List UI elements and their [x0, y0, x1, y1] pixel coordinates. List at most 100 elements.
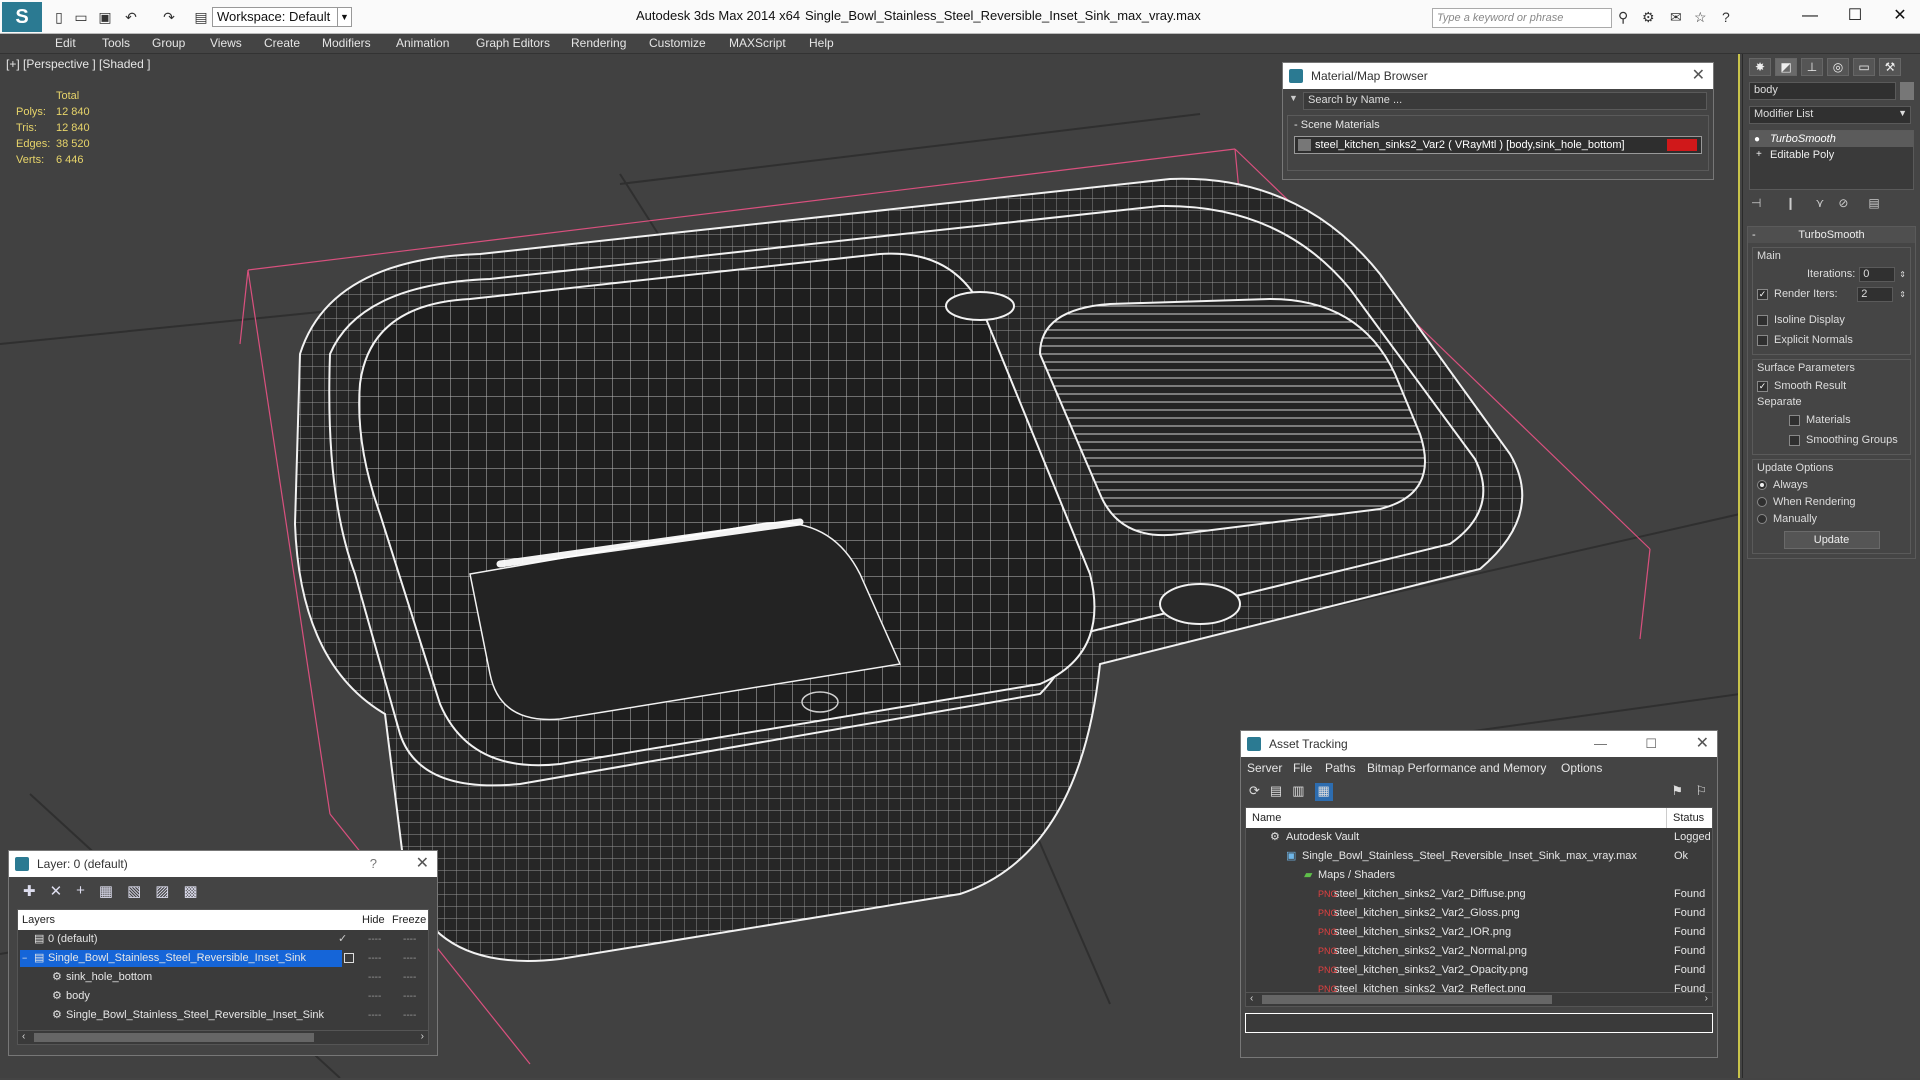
- menu-tools[interactable]: Tools: [102, 36, 130, 50]
- asset-row[interactable]: PNG steel_kitchen_sinks2_Var2_Gloss.png …: [1246, 904, 1712, 923]
- asset-maximize-button[interactable]: ☐: [1645, 731, 1657, 757]
- menu-modifiers[interactable]: Modifiers: [322, 36, 371, 50]
- active-layer-check-icon[interactable]: ✓: [338, 930, 347, 949]
- display-tab-icon[interactable]: ▭: [1853, 58, 1875, 76]
- scene-materials-section[interactable]: - Scene Materials: [1288, 116, 1708, 134]
- binoculars-icon[interactable]: ⚲: [1618, 9, 1628, 26]
- object-name-input[interactable]: body: [1749, 82, 1897, 100]
- open-file-icon[interactable]: ▭: [72, 8, 90, 26]
- asset-path-field[interactable]: [1245, 1013, 1713, 1033]
- show-end-result-icon[interactable]: ❙: [1785, 196, 1795, 210]
- update-button[interactable]: Update: [1783, 531, 1880, 549]
- refresh-icon[interactable]: ⟳: [1249, 783, 1260, 801]
- smooth-result-checkbox[interactable]: ✓: [1757, 380, 1768, 392]
- column-header-layers[interactable]: Layers: [22, 910, 55, 930]
- layer-help-button[interactable]: ?: [370, 851, 377, 877]
- app-logo-icon[interactable]: S: [2, 2, 42, 32]
- stack-item-turbosmooth[interactable]: ● TurboSmooth: [1750, 131, 1913, 147]
- layer-visibility-toggle[interactable]: [344, 953, 354, 963]
- asset-tracking-title[interactable]: Asset Tracking — ☐ ✕: [1241, 731, 1717, 757]
- scrollbar-thumb[interactable]: [34, 1033, 314, 1042]
- viewport-label[interactable]: [+] [Perspective ] [Shaded ]: [6, 57, 150, 71]
- stack-item-editable-poly[interactable]: + Editable Poly: [1750, 147, 1913, 163]
- menu-help[interactable]: Help: [809, 36, 834, 50]
- menu-maxscript[interactable]: MAXScript: [729, 36, 786, 50]
- highlight-layer-icon[interactable]: ▧: [127, 882, 141, 900]
- asset-row[interactable]: ▰ Maps / Shaders: [1246, 866, 1712, 885]
- asset-row[interactable]: PNG steel_kitchen_sinks2_Var2_Diffuse.pn…: [1246, 885, 1712, 904]
- modifier-list-select[interactable]: Modifier List ▼: [1749, 106, 1911, 124]
- new-file-icon[interactable]: ▯: [50, 8, 68, 26]
- undo-icon[interactable]: ↶: [122, 8, 140, 26]
- scroll-right-icon[interactable]: ›: [421, 1031, 424, 1042]
- menu-create[interactable]: Create: [264, 36, 300, 50]
- make-unique-icon[interactable]: ⋎: [1816, 196, 1825, 210]
- asset-menu-bitmap-performance[interactable]: Bitmap Performance and Memory: [1367, 761, 1546, 775]
- asset-list-scrollbar[interactable]: ‹ ›: [1246, 992, 1712, 1006]
- favorites-star-icon[interactable]: ☆: [1694, 9, 1707, 26]
- update-when-rendering-radio[interactable]: [1757, 496, 1767, 507]
- menu-customize[interactable]: Customize: [649, 36, 706, 50]
- menu-rendering[interactable]: Rendering: [571, 36, 626, 50]
- isoline-display-checkbox[interactable]: [1757, 314, 1768, 326]
- scroll-left-icon[interactable]: ‹: [1250, 993, 1253, 1004]
- subscription-icon[interactable]: ⚙: [1642, 9, 1655, 26]
- remove-modifier-icon[interactable]: ⊘: [1838, 196, 1848, 210]
- layer-row[interactable]: − ▤ Single_Bowl_Stainless_Steel_Reversib…: [18, 949, 428, 968]
- menu-edit[interactable]: Edit: [55, 36, 76, 50]
- asset-menu-server[interactable]: Server: [1247, 761, 1282, 775]
- column-header-freeze[interactable]: Freeze: [392, 910, 426, 930]
- asset-row[interactable]: PNG steel_kitchen_sinks2_Var2_IOR.png Fo…: [1246, 923, 1712, 942]
- object-color-swatch[interactable]: [1900, 82, 1914, 100]
- explicit-normals-checkbox[interactable]: [1757, 334, 1768, 346]
- column-header-name[interactable]: Name: [1252, 808, 1281, 828]
- column-header-status[interactable]: Status: [1666, 808, 1704, 828]
- asset-menu-file[interactable]: File: [1293, 761, 1312, 775]
- separate-materials-checkbox[interactable]: [1789, 414, 1800, 426]
- menu-group[interactable]: Group: [152, 36, 185, 50]
- project-folder-icon[interactable]: ▤: [192, 8, 210, 26]
- asset-menu-paths[interactable]: Paths: [1325, 761, 1356, 775]
- spinner-arrows-icon[interactable]: ⇕: [1899, 270, 1906, 279]
- redo-icon[interactable]: ↷: [160, 8, 178, 26]
- menu-graph-editors[interactable]: Graph Editors: [476, 36, 550, 50]
- menu-animation[interactable]: Animation: [396, 36, 449, 50]
- maximize-button[interactable]: ☐: [1840, 4, 1870, 28]
- expand-plus-icon[interactable]: +: [1756, 147, 1762, 163]
- create-layer-icon[interactable]: ✚: [23, 882, 36, 900]
- utilities-tab-icon[interactable]: ⚒: [1879, 58, 1901, 76]
- asset-menu-options[interactable]: Options: [1561, 761, 1602, 775]
- help-icon[interactable]: ?: [1722, 9, 1730, 25]
- scroll-left-icon[interactable]: ‹: [22, 1031, 25, 1042]
- iterations-spinner[interactable]: 0: [1859, 266, 1896, 282]
- pin-stack-icon[interactable]: ⊣: [1751, 196, 1761, 210]
- layer-row[interactable]: ▤ 0 (default) ✓ ---- ----: [18, 930, 428, 949]
- hierarchy-tab-icon[interactable]: ⊥: [1801, 58, 1823, 76]
- material-browser-close-button[interactable]: ✕: [1692, 63, 1705, 89]
- configure-sets-icon[interactable]: ▤: [1868, 196, 1879, 210]
- separate-smoothing-groups-checkbox[interactable]: [1789, 434, 1800, 446]
- tree-view-icon[interactable]: ▥: [1292, 783, 1304, 801]
- keyword-search-input[interactable]: Type a keyword or phrase: [1432, 8, 1612, 28]
- modify-tab-icon[interactable]: ◩: [1775, 58, 1797, 76]
- highlight-editable-icon[interactable]: ⚑: [1671, 783, 1683, 799]
- menu-views[interactable]: Views: [210, 36, 242, 50]
- asset-row[interactable]: ▣ Single_Bowl_Stainless_Steel_Reversible…: [1246, 847, 1712, 866]
- scrollbar-thumb[interactable]: [1262, 995, 1552, 1004]
- turbosmooth-rollout-header[interactable]: - TurboSmooth: [1748, 227, 1915, 243]
- update-manually-radio[interactable]: [1757, 513, 1767, 524]
- layer-list-scrollbar[interactable]: ‹ ›: [18, 1030, 428, 1044]
- show-used-icon[interactable]: ⚐: [1695, 783, 1707, 799]
- workspace-select[interactable]: Workspace: Default ▼: [212, 7, 352, 27]
- layer-row[interactable]: ⚙ body ---- ----: [18, 987, 428, 1006]
- freeze-all-layers-icon[interactable]: ▩: [183, 882, 197, 900]
- communication-icon[interactable]: ✉: [1670, 9, 1682, 26]
- create-tab-icon[interactable]: ✸: [1749, 58, 1771, 76]
- scroll-right-icon[interactable]: ›: [1705, 993, 1708, 1004]
- asset-minimize-button[interactable]: —: [1594, 731, 1607, 757]
- lightbulb-icon[interactable]: ●: [1754, 132, 1760, 148]
- save-file-icon[interactable]: ▣: [96, 8, 114, 26]
- select-in-layer-icon[interactable]: ▦: [99, 882, 113, 900]
- material-search-input[interactable]: Search by Name ...: [1303, 92, 1707, 110]
- asset-row[interactable]: PNG steel_kitchen_sinks2_Var2_Normal.png…: [1246, 942, 1712, 961]
